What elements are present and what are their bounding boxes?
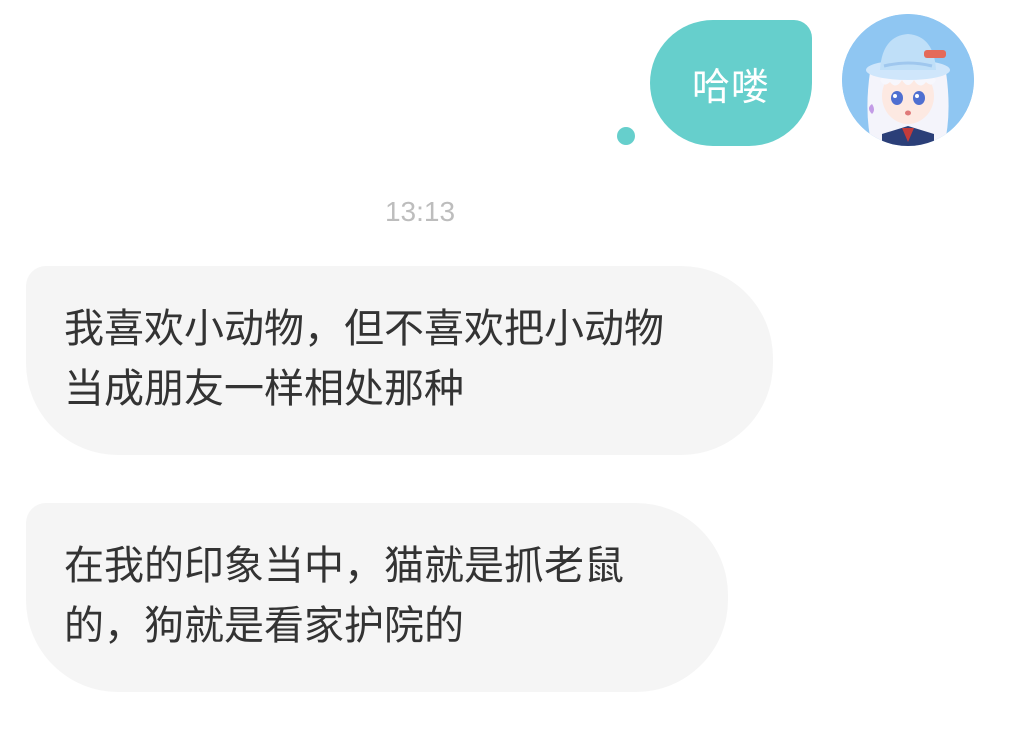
user-avatar[interactable] (842, 14, 974, 146)
message-line: 的，狗就是看家护院的 (64, 603, 464, 649)
message-line: 在我的印象当中，猫就是抓老鼠 (64, 543, 624, 589)
incoming-message-bubble[interactable]: 我喜欢小动物，但不喜欢把小动物 当成朋友一样相处那种 (26, 266, 773, 455)
incoming-message-bubble[interactable]: 在我的印象当中，猫就是抓老鼠 的，狗就是看家护院的 (26, 503, 728, 692)
message-line: 我喜欢小动物，但不喜欢把小动物 (64, 306, 664, 352)
message-timestamp: 13:13 (384, 196, 456, 227)
message-line: 当成朋友一样相处那种 (64, 366, 464, 412)
unread-indicator-dot (617, 127, 635, 145)
outgoing-message-text: 哈喽 (691, 64, 770, 109)
chat-view: 哈喽 13:13 我喜欢小动物，但不喜欢把小动物 当成朋友一样相处那种 在我的印… (0, 0, 1022, 750)
anime-girl-avatar-icon (842, 14, 974, 146)
outgoing-message-bubble[interactable]: 哈喽 (650, 20, 812, 146)
